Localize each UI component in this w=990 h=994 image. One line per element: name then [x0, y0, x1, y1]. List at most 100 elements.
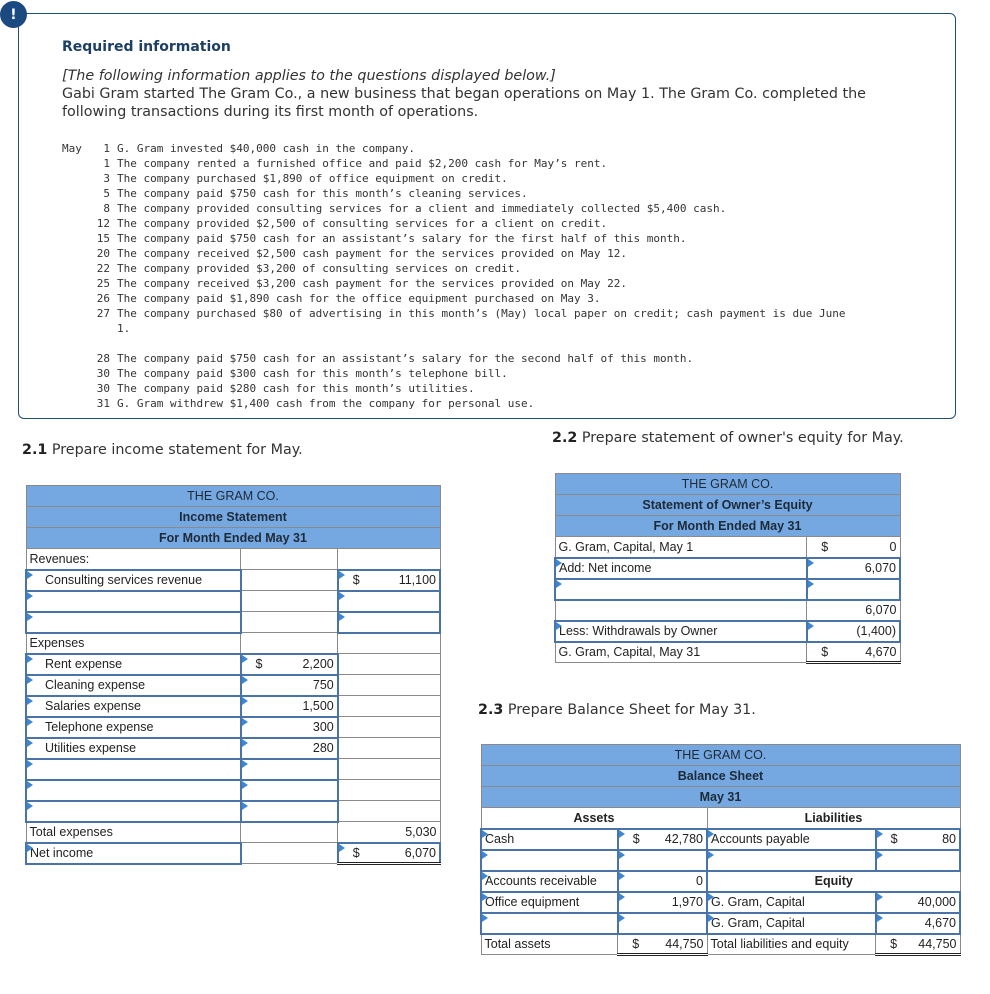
transaction-month — [62, 186, 92, 201]
equity-label-input[interactable]: Add: Net income — [554, 556, 808, 580]
transaction-row: 1 The company rented a furnished office a… — [62, 156, 845, 171]
expense-label-input[interactable] — [25, 757, 242, 781]
revenue-label-input[interactable] — [25, 589, 242, 613]
asset-label-input[interactable] — [480, 911, 619, 935]
expense-label-input[interactable]: Utilities expense — [25, 736, 242, 760]
transaction-row: 12 The company provided $2,500 of consult… — [62, 216, 845, 231]
transaction-day — [92, 321, 110, 336]
asset-amount-input[interactable]: 0 — [616, 869, 709, 893]
transaction-row: 25 The company received $3,200 cash payme… — [62, 276, 845, 291]
net-income-input[interactable]: $6,070 — [336, 841, 442, 865]
expense-amount-input[interactable]: $2,200 — [239, 652, 339, 676]
equity-amount-input[interactable]: (1,400) — [805, 619, 902, 643]
transaction-row: 20 The company received $2,500 cash payme… — [62, 246, 845, 261]
asset-label-input[interactable]: Accounts receivable — [480, 869, 619, 893]
expense-row: Telephone expense 300 — [25, 715, 441, 739]
expense-label-input[interactable]: Salaries expense — [25, 694, 242, 718]
empty-cell — [337, 737, 441, 759]
transaction-text: The company rented a furnished office an… — [117, 157, 608, 170]
transaction-text: The company received $2,500 cash payment… — [117, 247, 627, 260]
dollar-sign: $ — [821, 539, 829, 554]
transaction-row: 15 The company paid $750 cash for an assi… — [62, 231, 845, 246]
total-le-label: Total liabilities and equity — [706, 933, 877, 955]
equity-label — [554, 599, 808, 621]
expense-row — [25, 757, 441, 781]
expense-label-input[interactable] — [25, 778, 242, 802]
balance-sheet-table: THE GRAM CO. Balance Sheet May 31 Assets… — [480, 744, 962, 956]
equity-amount-input[interactable]: 40,000 — [874, 890, 962, 914]
transaction-month — [62, 381, 92, 396]
expense-row: Cleaning expense 750 — [25, 673, 441, 697]
equity-header: Equity — [706, 870, 961, 892]
equity-label-input[interactable]: G. Gram, Capital — [706, 890, 877, 914]
amount-value: 2,200 — [302, 657, 334, 671]
transaction-row: 31 G. Gram withdrew $1,400 cash from the … — [62, 396, 845, 411]
statement-period: May 31 — [480, 786, 961, 808]
total-assets-value: 44,750 — [665, 936, 704, 951]
transaction-row: May 1 G. Gram invested $40,000 cash in the… — [62, 141, 845, 156]
equity-amount: $4,670 — [806, 641, 901, 664]
amount-value: 0 — [696, 874, 703, 888]
statement-title: Balance Sheet — [480, 765, 961, 787]
amount-value: 1,970 — [671, 895, 703, 909]
revenue-amount-input[interactable] — [336, 610, 442, 634]
revenue-amount-input[interactable] — [336, 589, 442, 613]
revenue-label-input[interactable] — [25, 610, 242, 634]
asset-amount-input[interactable]: 1,970 — [616, 890, 709, 914]
asset-label-input[interactable] — [480, 848, 619, 872]
expense-label-input[interactable]: Cleaning expense — [25, 673, 242, 697]
transaction-row: 22 The company provided $3,200 of consult… — [62, 261, 845, 276]
liability-label-input[interactable] — [706, 848, 877, 872]
transaction-text: The company paid $300 cash for this mont… — [117, 367, 508, 380]
expense-row: Utilities expense 280 — [25, 736, 441, 760]
empty-cell — [337, 632, 441, 654]
transaction-month — [62, 396, 92, 411]
transaction-day: 25 — [96, 277, 110, 290]
expense-amount-input[interactable]: 280 — [239, 736, 339, 760]
transaction-month — [62, 366, 92, 381]
asset-amount-input[interactable] — [616, 911, 709, 935]
expense-label-input[interactable] — [25, 799, 242, 823]
balance-sheet-row: Cash $42,780 Accounts payable $80 — [480, 827, 962, 851]
amount-value: 280 — [312, 741, 334, 755]
expense-label-input[interactable]: Rent expense — [25, 652, 242, 676]
expense-amount-input[interactable] — [239, 799, 339, 823]
revenue-label-input[interactable]: Consulting services revenue — [25, 568, 242, 592]
transaction-day: 27 — [96, 307, 110, 320]
equity-label-input[interactable]: G. Gram, Capital — [706, 911, 877, 935]
transaction-day: 12 — [96, 217, 110, 230]
asset-label-input[interactable]: Cash — [480, 827, 619, 851]
transaction-text: The company paid $750 cash for an assist… — [117, 352, 694, 365]
transaction-day: 20 — [96, 247, 110, 260]
asset-amount-input[interactable] — [616, 848, 709, 872]
expense-amount-input[interactable] — [239, 757, 339, 781]
equity-amount-input[interactable] — [805, 577, 902, 601]
asset-label-input[interactable]: Office equipment — [480, 890, 619, 914]
revenue-amount-input[interactable]: $11,100 — [336, 568, 442, 592]
empty-cell — [240, 548, 339, 570]
net-income-label-input[interactable]: Net income — [25, 841, 242, 865]
expense-amount-input[interactable]: 750 — [239, 673, 339, 697]
transaction-row: 5 The company paid $750 cash for this mon… — [62, 186, 845, 201]
balance-sheet-heading: 2.3 Prepare Balance Sheet for May 31. — [478, 702, 756, 718]
transaction-row: 3 The company purchased $1,890 of office … — [62, 171, 845, 186]
asset-amount-input[interactable]: $42,780 — [616, 827, 709, 851]
transaction-row: 8 The company provided consulting service… — [62, 201, 845, 216]
liability-amount-input[interactable]: $80 — [874, 827, 962, 851]
equity-amount-input[interactable]: 6,070 — [805, 556, 902, 580]
expense-amount-input[interactable]: 300 — [239, 715, 339, 739]
expense-amount-input[interactable] — [239, 778, 339, 802]
equity-label-input[interactable]: Less: Withdrawals by Owner — [554, 619, 808, 643]
total-expenses-label: Total expenses — [25, 821, 242, 843]
transaction-month: May — [62, 142, 82, 155]
equity-row: 6,070 — [554, 598, 901, 621]
equity-label-input[interactable] — [554, 577, 808, 601]
transaction-month — [62, 336, 92, 351]
liability-amount-input[interactable] — [874, 848, 962, 872]
expense-amount-input[interactable]: 1,500 — [239, 694, 339, 718]
equity-amount-input[interactable]: 4,670 — [874, 911, 962, 935]
liability-label-input[interactable]: Accounts payable — [706, 827, 877, 851]
transaction-row: 1. — [62, 321, 845, 336]
transaction-row: 26 The company paid $1,890 cash for the o… — [62, 291, 845, 306]
expense-label-input[interactable]: Telephone expense — [25, 715, 242, 739]
